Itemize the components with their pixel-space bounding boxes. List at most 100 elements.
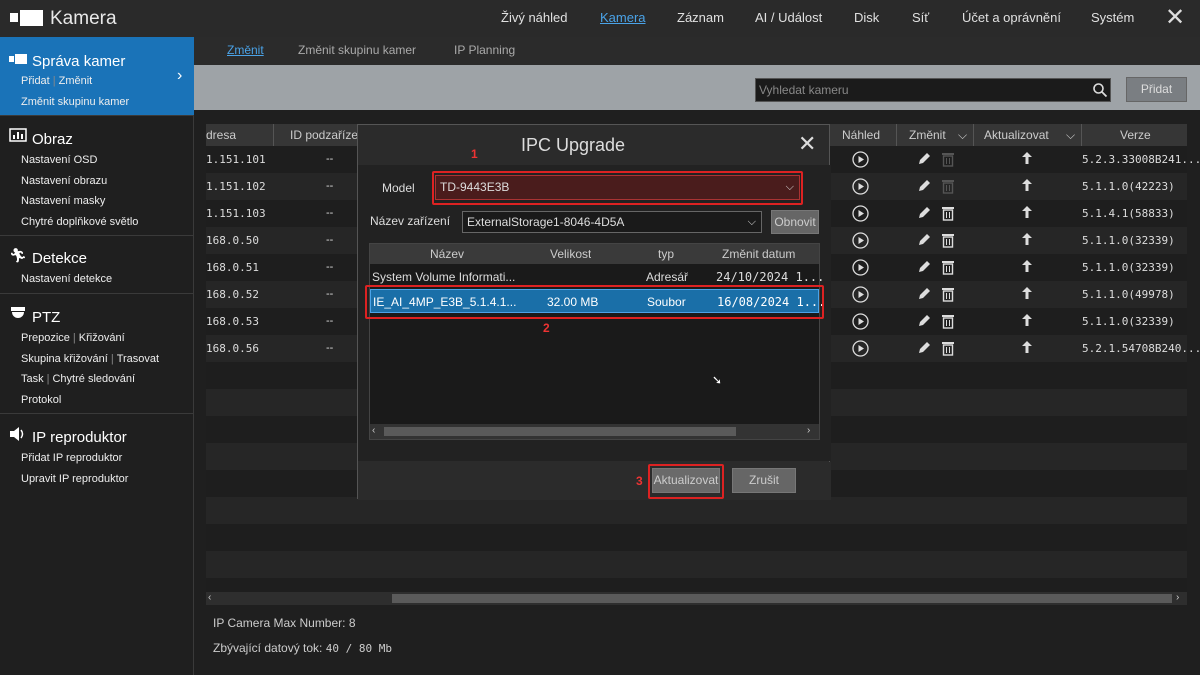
sidebar-item-edit[interactable]: Změnit xyxy=(59,75,93,87)
nav-network[interactable]: Síť xyxy=(912,10,929,25)
sidebar-item-cruise-group[interactable]: Skupina křižování xyxy=(21,353,108,365)
scroll-right-icon[interactable]: › xyxy=(807,425,810,436)
play-icon[interactable] xyxy=(852,232,869,249)
chevron-down-icon[interactable]: ⌵ xyxy=(1066,128,1075,143)
nav-live-view[interactable]: Živý náhled xyxy=(501,10,567,25)
trash-icon[interactable] xyxy=(941,313,955,329)
file-table-scrollbar[interactable]: ‹ › xyxy=(370,424,819,439)
model-value: TD-9443E3B xyxy=(440,180,510,194)
scroll-right-icon[interactable]: › xyxy=(1176,592,1179,603)
cell-sub-id: -- xyxy=(326,207,334,219)
sidebar-item-edit-ip-speaker[interactable]: Upravit IP reproduktor xyxy=(21,473,128,485)
sidebar-item-add[interactable]: Přidat xyxy=(21,75,50,87)
arrow-up-icon[interactable] xyxy=(1021,340,1033,354)
nav-ai-event[interactable]: AI / Událost xyxy=(755,10,822,25)
close-icon[interactable]: ✕ xyxy=(798,131,816,157)
running-person-icon: 🏃︎ xyxy=(9,247,27,263)
play-icon[interactable] xyxy=(852,205,869,222)
search-box xyxy=(755,78,1111,102)
pencil-icon[interactable] xyxy=(917,179,931,193)
search-input[interactable] xyxy=(759,81,1079,99)
sidebar-item-protocol[interactable]: Protokol xyxy=(21,394,61,406)
play-icon[interactable] xyxy=(852,178,869,195)
table-horizontal-scrollbar[interactable]: ‹ › xyxy=(206,592,1187,605)
file-name: System Volume Informati... xyxy=(372,270,516,284)
update-button[interactable]: Aktualizovat xyxy=(652,468,720,493)
top-bar: Kamera Živý náhled Kamera Záznam AI / Ud… xyxy=(0,0,1200,37)
column-type[interactable]: typ xyxy=(658,247,674,261)
sidebar-item-smart-tracking[interactable]: Chytré sledování xyxy=(52,373,135,385)
tab-ip-planning[interactable]: IP Planning xyxy=(454,43,515,57)
column-name[interactable]: Název xyxy=(430,247,464,261)
sidebar-item-image-settings[interactable]: Nastavení obrazu xyxy=(21,175,107,187)
arrow-up-icon[interactable] xyxy=(1021,286,1033,300)
pencil-icon[interactable] xyxy=(917,152,931,166)
add-camera-button[interactable]: Přidat xyxy=(1126,77,1187,102)
cell-version: 5.2.1.54708B240... xyxy=(1082,342,1200,355)
close-icon[interactable]: ✕ xyxy=(1165,6,1185,30)
arrow-up-icon[interactable] xyxy=(1021,205,1033,219)
sidebar-item-edit-camera-group[interactable]: Změnit skupinu kamer xyxy=(21,96,129,108)
nav-camera[interactable]: Kamera xyxy=(600,10,646,25)
trash-icon[interactable] xyxy=(941,151,955,167)
arrow-up-icon[interactable] xyxy=(1021,259,1033,273)
play-icon[interactable] xyxy=(852,259,869,276)
sidebar-item-smart-light[interactable]: Chytré doplňkové světlo xyxy=(21,216,138,228)
nav-account[interactable]: Účet a oprávnění xyxy=(962,10,1061,25)
pencil-icon[interactable] xyxy=(917,314,931,328)
nav-disk[interactable]: Disk xyxy=(854,10,879,25)
refresh-button[interactable]: Obnovit xyxy=(771,210,819,234)
play-icon[interactable] xyxy=(852,151,869,168)
device-select[interactable]: ExternalStorage1-8046-4D5A ⌵ xyxy=(462,211,762,233)
column-date[interactable]: Změnit datum xyxy=(722,247,795,261)
nav-system[interactable]: Systém xyxy=(1091,10,1134,25)
sidebar-section-image: Obraz Nastavení OSD Nastavení obrazu Nas… xyxy=(0,116,194,236)
sidebar-item-presets[interactable]: Prepozice xyxy=(21,332,70,344)
column-update[interactable]: Aktualizovat xyxy=(984,128,1049,142)
column-address[interactable]: dresa xyxy=(206,128,236,142)
pencil-icon[interactable] xyxy=(917,287,931,301)
scroll-left-icon[interactable]: ‹ xyxy=(372,425,375,436)
sidebar-section-camera-management[interactable]: Správa kamer Přidat | Změnit Změnit skupin… xyxy=(0,37,194,116)
sidebar-item-track[interactable]: Trasovat xyxy=(117,353,159,365)
column-version[interactable]: Verze xyxy=(1120,128,1151,142)
sidebar-item-task[interactable]: Task xyxy=(21,373,44,385)
sidebar-item-osd[interactable]: Nastavení OSD xyxy=(21,154,97,166)
trash-icon[interactable] xyxy=(941,286,955,302)
cell-address: 1.151.102 xyxy=(206,180,266,193)
play-icon[interactable] xyxy=(852,313,869,330)
arrow-up-icon[interactable] xyxy=(1021,151,1033,165)
pencil-icon[interactable] xyxy=(917,341,931,355)
chevron-down-icon[interactable]: ⌵ xyxy=(958,128,967,143)
trash-icon[interactable] xyxy=(941,205,955,221)
trash-icon[interactable] xyxy=(941,259,955,275)
trash-icon[interactable] xyxy=(941,178,955,194)
column-sub-id[interactable]: ID podzaříze xyxy=(290,128,358,142)
tab-edit-camera-group[interactable]: Změnit skupinu kamer xyxy=(298,43,416,57)
pencil-icon[interactable] xyxy=(917,233,931,247)
arrow-up-icon[interactable] xyxy=(1021,232,1033,246)
column-edit[interactable]: Změnit xyxy=(909,128,946,142)
sidebar-item-mask[interactable]: Nastavení masky xyxy=(21,195,105,207)
annotation-marker-2: 2 xyxy=(543,321,550,335)
play-icon[interactable] xyxy=(852,340,869,357)
trash-icon[interactable] xyxy=(941,340,955,356)
sidebar-item-cruise[interactable]: Křižování xyxy=(79,332,125,344)
trash-icon[interactable] xyxy=(941,232,955,248)
model-select[interactable]: TD-9443E3B ⌵ xyxy=(435,175,800,200)
arrow-up-icon[interactable] xyxy=(1021,178,1033,192)
scroll-left-icon[interactable]: ‹ xyxy=(208,592,211,603)
pencil-icon[interactable] xyxy=(917,206,931,220)
play-icon[interactable] xyxy=(852,286,869,303)
tab-edit[interactable]: Změnit xyxy=(227,43,264,57)
column-preview[interactable]: Náhled xyxy=(842,128,880,142)
search-icon[interactable] xyxy=(1092,82,1108,98)
nav-record[interactable]: Záznam xyxy=(677,10,724,25)
column-size[interactable]: Velikost xyxy=(550,247,591,261)
arrow-up-icon[interactable] xyxy=(1021,313,1033,327)
pencil-icon[interactable] xyxy=(917,260,931,274)
sidebar-item-add-ip-speaker[interactable]: Přidat IP reproduktor xyxy=(21,452,122,464)
sidebar-item-detection-settings[interactable]: Nastavení detekce xyxy=(21,273,112,285)
cell-version: 5.1.1.0(32339) xyxy=(1082,315,1175,328)
cancel-button[interactable]: Zrušit xyxy=(732,468,796,493)
